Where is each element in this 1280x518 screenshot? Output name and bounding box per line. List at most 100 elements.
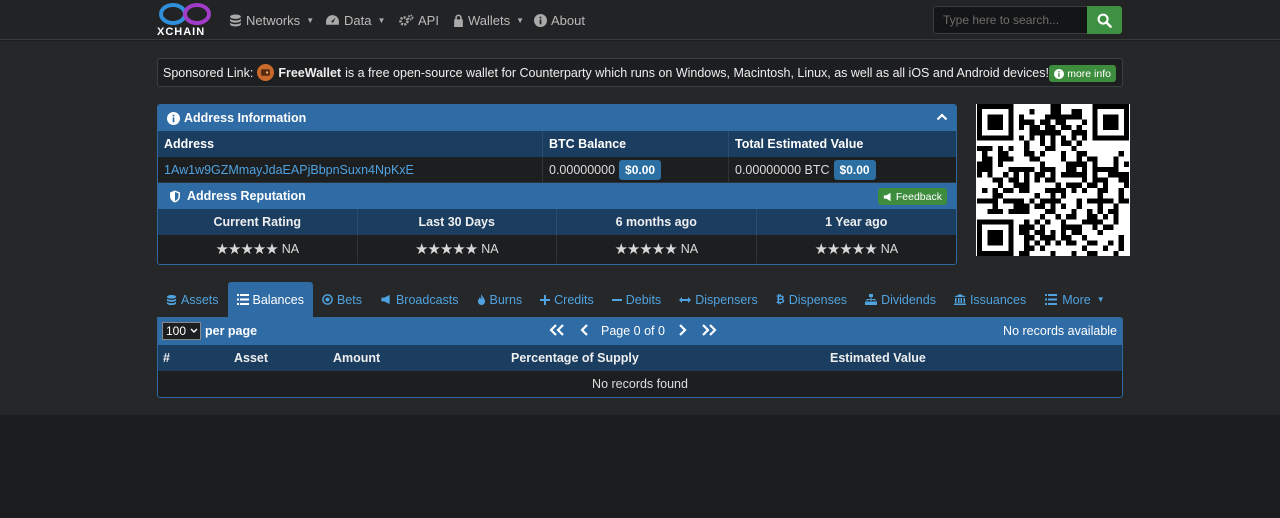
feedback-button[interactable]: Feedback (877, 188, 947, 205)
tab-dispenses[interactable]: ₿ Dispenses (767, 282, 856, 317)
double-chevron-right-icon (702, 324, 717, 336)
shield-icon (170, 190, 180, 202)
double-chevron-left-icon (549, 324, 564, 336)
tab-dispensers[interactable]: Dispensers (670, 282, 767, 317)
tab-burns-label: Burns (489, 292, 523, 307)
tab-bets[interactable]: Bets (313, 282, 371, 317)
tab-dividends-label: Dividends (881, 292, 936, 307)
caret-down-icon: ▼ (306, 15, 315, 25)
reputation-columns: Current Rating Last 30 Days 6 months ago… (158, 209, 956, 235)
address-reputation-title: Address Reputation (187, 189, 306, 203)
address-information-panel: Address Information Address BTC Balance … (157, 104, 957, 265)
tab-broadcasts-label: Broadcasts (395, 292, 459, 307)
list-icon (236, 294, 249, 305)
col-amount: Amount (333, 351, 381, 365)
first-page-button[interactable] (548, 323, 566, 339)
chevron-up-icon[interactable] (936, 111, 948, 123)
target-icon (322, 294, 333, 305)
per-page-label: per page (205, 324, 258, 338)
nav-api[interactable]: API (398, 11, 439, 29)
search-input[interactable] (933, 6, 1087, 34)
address-tabs: Assets Balances Bets Broadcasts Burns Cr… (157, 282, 1123, 317)
logo-rings-icon (159, 3, 211, 25)
info-icon (167, 111, 180, 125)
nav-api-label: API (418, 12, 439, 28)
address-info-header: Address Information (158, 105, 956, 131)
address-link[interactable]: 1Aw1w9GZMmayJdaEAPjBbpnSuxn4NpKxE (164, 163, 414, 177)
chevron-left-icon (580, 324, 588, 336)
tab-dividends[interactable]: Dividends (856, 282, 945, 317)
star-rating-icon: ★★★★★ (614, 241, 677, 258)
balances-table-panel: 100 per page Page 0 of 0 No records avai… (157, 317, 1123, 398)
arrows-h-icon (679, 296, 692, 303)
tab-more[interactable]: More ▼ (1035, 282, 1113, 317)
bank-icon (953, 294, 966, 305)
info-icon (534, 13, 547, 27)
tab-broadcasts[interactable]: Broadcasts (371, 282, 468, 317)
btc-balance-col-header: BTC Balance (543, 131, 729, 157)
per-page-select[interactable]: 100 (162, 322, 201, 340)
tab-assets[interactable]: Assets (157, 282, 228, 317)
star-rating-icon: ★★★★★ (215, 241, 278, 258)
tab-bets-label: Bets (336, 292, 362, 307)
reputation-values: ★★★★★ NA ★★★★★ NA ★★★★★ NA ★★★★★ NA (158, 235, 956, 263)
tab-balances-label: Balances (252, 292, 304, 307)
col-percentage: Percentage of Supply (511, 351, 639, 365)
prev-page-button[interactable] (580, 323, 590, 339)
xchain-logo[interactable]: XCHAIN (157, 2, 215, 38)
tab-dispenses-label: Dispenses (788, 292, 848, 307)
brand-text: XCHAIN (157, 26, 206, 38)
total-value-col-header: Total Estimated Value (735, 137, 864, 151)
total-value: 0.00000000 BTC (735, 162, 830, 177)
tab-more-label: More (1062, 292, 1091, 307)
tab-issuances[interactable]: Issuances (945, 282, 1035, 317)
next-page-button[interactable] (677, 323, 687, 339)
col-asset: Asset (234, 351, 269, 365)
tab-issuances-label: Issuances (969, 292, 1027, 307)
caret-down-icon: ▼ (1096, 295, 1105, 304)
database-icon (166, 294, 177, 305)
rating-value: NA (880, 242, 899, 256)
rating-value: NA (281, 242, 300, 256)
tab-debits[interactable]: Debits (603, 282, 670, 317)
balances-table-header: # Asset Amount Percentage of Supply Esti… (158, 345, 1122, 371)
star-rating-icon: ★★★★★ (814, 241, 877, 258)
tab-burns[interactable]: Burns (468, 282, 532, 317)
nav-wallets-label: Wallets (468, 12, 511, 28)
more-info-button[interactable]: more info (1049, 65, 1116, 82)
sponsor-prefix: Sponsored Link: (163, 65, 254, 80)
bullhorn-icon (381, 294, 390, 305)
col-index: # (163, 351, 170, 365)
rating-6-months: ★★★★★ NA (557, 235, 757, 263)
nav-data-label: Data (344, 12, 372, 28)
tab-credits[interactable]: Credits (531, 282, 603, 317)
last-page-button[interactable] (700, 323, 718, 339)
tab-assets-label: Assets (181, 292, 219, 307)
btc-balance-value: 0.00000000 (549, 162, 616, 177)
tab-balances[interactable]: Balances (227, 282, 313, 317)
lock-icon (454, 14, 463, 27)
rating-1-year: ★★★★★ NA (757, 235, 957, 263)
total-usd-badge: $0.00 (833, 159, 876, 180)
rep-col-6-months: 6 months ago (557, 209, 757, 235)
nav-wallets[interactable]: Wallets ▼ (453, 11, 524, 29)
more-info-label: more info (1067, 67, 1111, 80)
per-page-value: 100 (166, 324, 187, 338)
tab-debits-label: Debits (625, 292, 662, 307)
nav-about[interactable]: About (534, 11, 585, 29)
search-button[interactable] (1087, 6, 1122, 34)
rating-value: NA (680, 242, 699, 256)
cogs-icon (399, 14, 414, 26)
top-navbar: XCHAIN Networks ▼ Data ▼ API Wallets ▼ Abou… (0, 0, 1280, 40)
rep-col-1-year: 1 Year ago (825, 215, 888, 229)
nav-data[interactable]: Data ▼ (325, 11, 385, 29)
tab-credits-label: Credits (554, 292, 594, 307)
sponsored-link-bar: Sponsored Link: FreeWallet is a free ope… (157, 58, 1123, 87)
feedback-label: Feedback (895, 190, 942, 203)
nav-networks[interactable]: Networks ▼ (229, 11, 314, 29)
nav-about-label: About (551, 12, 585, 28)
rating-value: NA (481, 242, 499, 256)
rep-col-30-days: Last 30 Days (358, 209, 557, 235)
sponsor-name[interactable]: FreeWallet (278, 66, 341, 80)
address-qr-code (976, 104, 1130, 256)
